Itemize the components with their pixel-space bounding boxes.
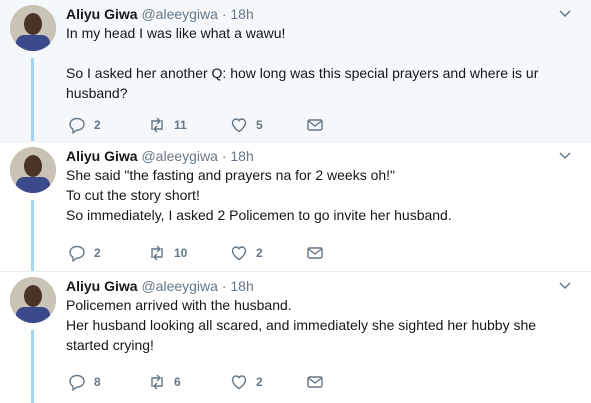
reply-icon	[69, 117, 85, 134]
reply-count: 2	[94, 246, 101, 260]
thread-line	[31, 58, 34, 141]
like-button[interactable]: 2	[230, 244, 263, 262]
reply-icon	[69, 374, 85, 391]
tweet-line: So immediately, I asked 2 Policemen to g…	[66, 207, 452, 223]
reply-count: 8	[94, 375, 101, 389]
like-count: 2	[256, 375, 263, 389]
chevron-down-icon[interactable]	[559, 279, 571, 291]
retweet-icon	[151, 245, 163, 261]
chevron-down-icon[interactable]	[559, 149, 571, 161]
tweet-header: Aliyu Giwa @aleeygiwa · 18h	[66, 147, 254, 165]
tweet-header: Aliyu Giwa @aleeygiwa · 18h	[66, 5, 254, 23]
dm-button[interactable]	[306, 373, 324, 391]
retweet-button[interactable]: 10	[148, 244, 187, 262]
tweet[interactable]: Aliyu Giwa @aleeygiwa · 18h She said "th…	[0, 142, 591, 272]
retweet-count: 6	[174, 375, 181, 389]
avatar[interactable]	[10, 277, 56, 323]
retweet-count: 10	[174, 246, 188, 260]
like-button[interactable]: 5	[230, 116, 263, 134]
avatar[interactable]	[10, 147, 56, 193]
tweet-line: She said "the fasting and prayers na for…	[66, 167, 396, 183]
like-count: 2	[256, 246, 263, 260]
tweet-line: Her husband looking all scared, and imme…	[66, 317, 537, 333]
dm-button[interactable]	[306, 116, 324, 134]
author-name[interactable]: Aliyu Giwa	[66, 6, 138, 22]
retweet-button[interactable]: 11	[148, 116, 187, 134]
tweet[interactable]: Aliyu Giwa @aleeygiwa · 18h In my head I…	[0, 0, 591, 142]
heart-icon	[231, 246, 247, 261]
timestamp[interactable]: · 18h	[222, 278, 254, 294]
message-icon	[307, 247, 323, 259]
tweet-line: In my head I was like what a wawu!	[66, 25, 286, 41]
tweet-line: Policemen arrived with the husband.	[66, 297, 292, 313]
tweet-line: To cut the story short!	[66, 187, 200, 203]
timestamp[interactable]: · 18h	[222, 6, 254, 22]
thread-line	[31, 330, 34, 403]
tweet-header: Aliyu Giwa @aleeygiwa · 18h	[66, 277, 254, 295]
thread-line	[31, 200, 34, 271]
retweet-icon	[151, 374, 163, 390]
author-name[interactable]: Aliyu Giwa	[66, 278, 138, 294]
heart-icon	[231, 118, 247, 133]
author-handle[interactable]: @aleeygiwa	[141, 148, 217, 164]
tweet-text: Policemen arrived with the husband. Her …	[66, 295, 566, 355]
retweet-count: 11	[174, 118, 187, 132]
message-icon	[307, 376, 323, 388]
tweet-line: So I asked her another Q: how long was t…	[66, 65, 539, 81]
heart-icon	[231, 375, 247, 390]
timestamp[interactable]: · 18h	[222, 148, 254, 164]
dm-button[interactable]	[306, 244, 324, 262]
tweet-line: husband?	[66, 85, 128, 101]
avatar[interactable]	[10, 5, 56, 51]
tweet[interactable]: Aliyu Giwa @aleeygiwa · 18h Policemen ar…	[0, 272, 591, 403]
reply-button[interactable]: 8	[68, 373, 101, 391]
reply-icon	[69, 245, 85, 262]
author-handle[interactable]: @aleeygiwa	[141, 6, 217, 22]
retweet-button[interactable]: 6	[148, 373, 181, 391]
tweet-text: She said "the fasting and prayers na for…	[66, 165, 566, 225]
retweet-icon	[151, 117, 163, 133]
message-icon	[307, 119, 323, 131]
chevron-down-icon[interactable]	[559, 7, 571, 19]
author-handle[interactable]: @aleeygiwa	[141, 278, 217, 294]
tweet-text: In my head I was like what a wawu! So I …	[66, 23, 566, 103]
like-button[interactable]: 2	[230, 373, 263, 391]
author-name[interactable]: Aliyu Giwa	[66, 148, 138, 164]
reply-count: 2	[94, 118, 101, 132]
reply-button[interactable]: 2	[68, 244, 101, 262]
like-count: 5	[256, 118, 263, 132]
reply-button[interactable]: 2	[68, 116, 101, 134]
tweet-line: started crying!	[66, 337, 154, 353]
